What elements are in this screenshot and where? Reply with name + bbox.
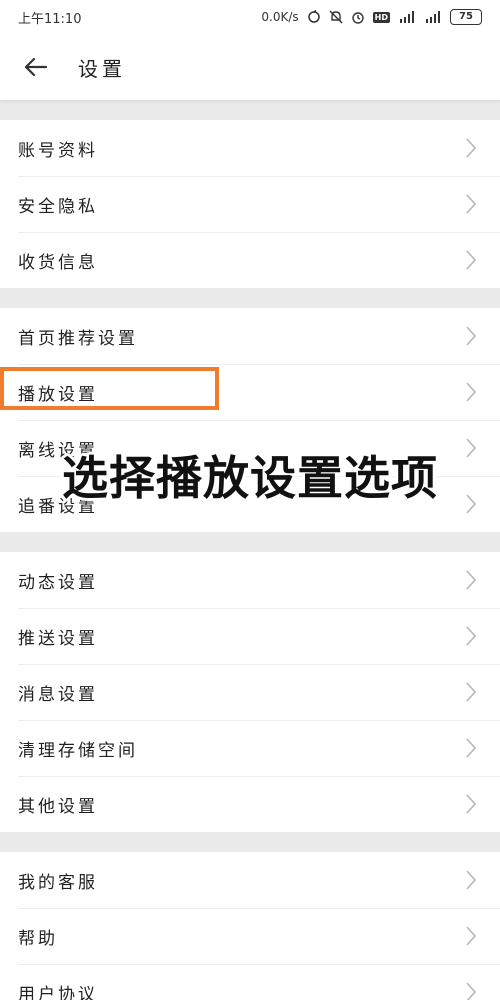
section-content: 首页推荐设置 播放设置 离线设置 追番设置 bbox=[0, 308, 500, 532]
settings-item-label: 账号资料 bbox=[18, 140, 98, 161]
chevron-right-icon bbox=[466, 982, 477, 1000]
signal-icon bbox=[424, 11, 442, 23]
settings-list: 账号资料 安全隐私 收货信息 首页推荐设置 播放设置 离线设置 追番设置 动态设… bbox=[0, 100, 500, 1000]
sync-icon bbox=[307, 10, 321, 24]
chevron-right-icon bbox=[466, 870, 477, 890]
section-general: 动态设置 推送设置 消息设置 清理存储空间 其他设置 bbox=[0, 552, 500, 832]
settings-screen: 上午11:10 0.0K/s HD 75 设置 账号资料 安全隐私 收货信息 首… bbox=[0, 0, 500, 1000]
settings-item-label: 收货信息 bbox=[18, 252, 98, 273]
chevron-right-icon bbox=[466, 570, 477, 590]
chevron-right-icon bbox=[466, 194, 477, 214]
settings-item-label: 其他设置 bbox=[18, 796, 98, 817]
settings-item-offline[interactable]: 离线设置 bbox=[0, 420, 500, 476]
settings-item-label: 帮助 bbox=[18, 928, 58, 949]
settings-item-shipping-info[interactable]: 收货信息 bbox=[0, 232, 500, 288]
settings-item-label: 用户协议 bbox=[18, 984, 98, 1000]
arrow-left-icon bbox=[24, 57, 48, 77]
settings-item-homepage-recommend[interactable]: 首页推荐设置 bbox=[0, 308, 500, 364]
section-support: 我的客服 帮助 用户协议 bbox=[0, 852, 500, 1000]
settings-item-label: 清理存储空间 bbox=[18, 740, 138, 761]
alarm-icon bbox=[351, 10, 365, 24]
mute-bell-icon bbox=[329, 10, 343, 24]
chevron-right-icon bbox=[466, 738, 477, 758]
settings-item-playback[interactable]: 播放设置 bbox=[0, 364, 500, 420]
back-button[interactable] bbox=[16, 47, 56, 87]
section-account: 账号资料 安全隐私 收货信息 bbox=[0, 120, 500, 288]
settings-item-label: 离线设置 bbox=[18, 440, 98, 461]
settings-item-follow-series[interactable]: 追番设置 bbox=[0, 476, 500, 532]
settings-item-account-profile[interactable]: 账号资料 bbox=[0, 120, 500, 176]
chevron-right-icon bbox=[466, 682, 477, 702]
status-time: 上午11:10 bbox=[18, 11, 82, 27]
section-divider bbox=[0, 100, 500, 120]
section-divider bbox=[0, 832, 500, 852]
settings-item-security-privacy[interactable]: 安全隐私 bbox=[0, 176, 500, 232]
settings-item-help[interactable]: 帮助 bbox=[0, 908, 500, 964]
settings-item-label: 消息设置 bbox=[18, 684, 98, 705]
settings-item-customer-service[interactable]: 我的客服 bbox=[0, 852, 500, 908]
settings-item-messages[interactable]: 消息设置 bbox=[0, 664, 500, 720]
settings-item-other[interactable]: 其他设置 bbox=[0, 776, 500, 832]
section-divider bbox=[0, 532, 500, 552]
settings-item-label: 动态设置 bbox=[18, 572, 98, 593]
settings-item-label: 安全隐私 bbox=[18, 196, 98, 217]
status-icons: 0.0K/s HD 75 bbox=[261, 9, 482, 25]
hd-badge: HD bbox=[372, 11, 390, 23]
chevron-right-icon bbox=[466, 138, 477, 158]
status-bar: 上午11:10 0.0K/s HD 75 bbox=[0, 0, 500, 34]
chevron-right-icon bbox=[466, 438, 477, 458]
chevron-right-icon bbox=[466, 926, 477, 946]
page-title: 设置 bbox=[78, 56, 126, 81]
chevron-right-icon bbox=[466, 494, 477, 514]
signal-4g-icon bbox=[398, 11, 416, 23]
chevron-right-icon bbox=[466, 326, 477, 346]
battery-level: 75 bbox=[450, 9, 482, 25]
chevron-right-icon bbox=[466, 250, 477, 270]
settings-item-clear-storage[interactable]: 清理存储空间 bbox=[0, 720, 500, 776]
chevron-right-icon bbox=[466, 382, 477, 402]
section-divider bbox=[0, 288, 500, 308]
settings-item-label: 播放设置 bbox=[18, 384, 98, 405]
app-header: 设置 bbox=[0, 34, 500, 100]
settings-item-label: 我的客服 bbox=[18, 872, 98, 893]
settings-item-label: 推送设置 bbox=[18, 628, 98, 649]
settings-item-dynamic[interactable]: 动态设置 bbox=[0, 552, 500, 608]
settings-item-label: 首页推荐设置 bbox=[18, 328, 138, 349]
settings-item-user-agreement[interactable]: 用户协议 bbox=[0, 964, 500, 1000]
settings-item-push[interactable]: 推送设置 bbox=[0, 608, 500, 664]
chevron-right-icon bbox=[466, 794, 477, 814]
settings-item-label: 追番设置 bbox=[18, 496, 98, 517]
network-speed: 0.0K/s bbox=[261, 10, 299, 24]
chevron-right-icon bbox=[466, 626, 477, 646]
